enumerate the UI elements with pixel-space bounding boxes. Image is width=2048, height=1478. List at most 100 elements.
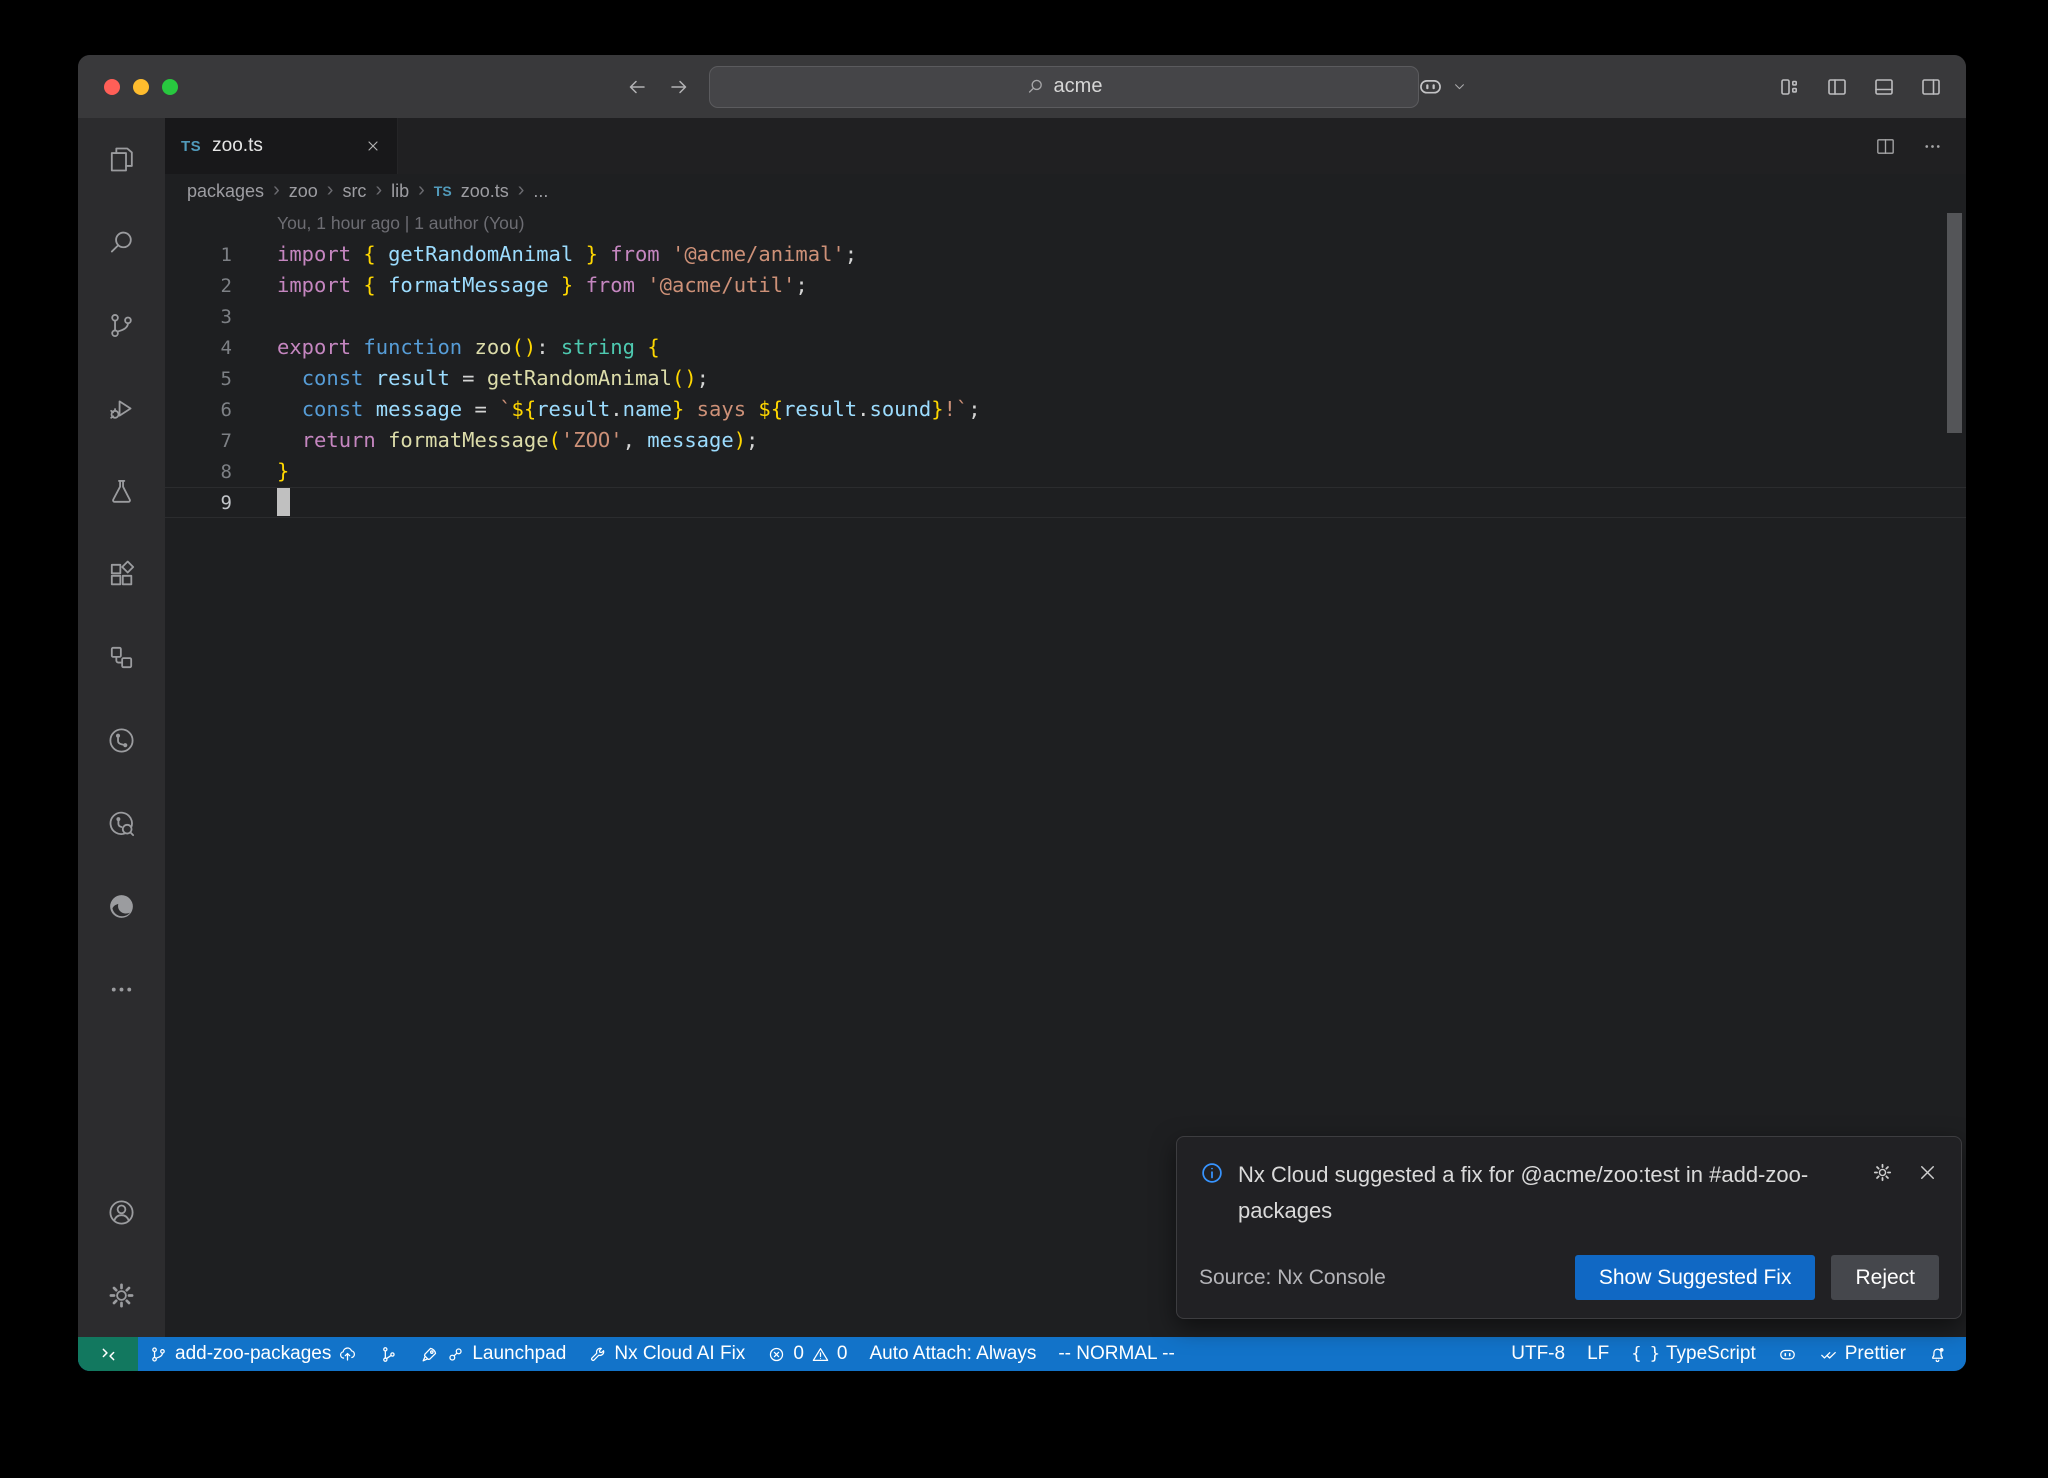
split-editor-icon[interactable] [1874,135,1897,158]
status-label: Prettier [1845,1343,1906,1365]
tab-label: zoo.ts [212,135,263,157]
line-number: 2 [165,275,232,297]
activity-item-nx-console[interactable] [78,699,165,782]
notification-message: Nx Cloud suggested a fix for @acme/zoo:t… [1238,1157,1858,1229]
code-line-4: 4export function zoo(): string { [165,332,1966,363]
activity-item-accounts[interactable] [78,1171,165,1254]
status-item-formatter[interactable]: Prettier [1808,1337,1917,1371]
activity-item-nx-cloud[interactable] [78,782,165,865]
copilot-icon [1417,73,1444,100]
notification-close-icon[interactable] [1916,1161,1939,1184]
bell-dot-icon [1928,1345,1947,1364]
command-center-search[interactable]: acme [709,66,1419,108]
status-item-launchpad[interactable]: Launchpad [409,1337,577,1371]
chevron-right-icon: › [327,180,334,200]
code-lines: 1import { getRandomAnimal } from '@acme/… [165,239,1966,518]
warning-icon [811,1345,830,1364]
zoom-window-button[interactable] [162,79,178,95]
line-number: 1 [165,244,232,266]
line-number: 7 [165,430,232,452]
breadcrumb-item-packages[interactable]: packages [187,181,264,202]
git-blame-annotation: You, 1 hour ago | 1 author (You) [165,208,1966,239]
status-label: UTF-8 [1511,1343,1565,1365]
notification-buttons: Show Suggested Fix Reject [1575,1255,1939,1300]
breadcrumb-symbols[interactable]: ... [533,181,548,202]
close-tab-icon[interactable] [365,138,381,154]
activity-bar [78,118,165,1337]
code-text [232,487,290,518]
remote-indicator[interactable] [78,1337,138,1371]
error-icon [767,1345,786,1364]
activity-item-extensions[interactable] [78,533,165,616]
activity-item-nx-project[interactable] [78,616,165,699]
breadcrumb-item-lib[interactable]: lib [391,181,409,202]
vertical-scrollbar[interactable] [1947,213,1962,433]
layout-panel-icon[interactable] [1872,75,1896,99]
minimize-window-button[interactable] [133,79,149,95]
code-text: export function zoo(): string { [232,332,660,363]
copilot-menu[interactable] [1417,55,1468,118]
status-label: LF [1587,1343,1609,1365]
status-item-source-control-graph[interactable] [368,1337,409,1371]
more-actions-icon[interactable] [1921,135,1944,158]
activity-item-source-control[interactable] [78,284,165,367]
code-text: import { formatMessage } from '@acme/uti… [232,270,808,301]
activity-item-settings[interactable] [78,1254,165,1337]
layout-sidebar-icon[interactable] [1825,75,1849,99]
back-arrow-icon[interactable] [625,75,649,99]
status-item-auto-attach[interactable]: Auto Attach: Always [858,1337,1047,1371]
layout-controls [1778,55,1943,118]
code-text: import { getRandomAnimal } from '@acme/a… [232,239,857,270]
code-text: return formatMessage('ZOO', message); [232,425,758,456]
activity-item-search[interactable] [78,201,165,284]
notification-header: Nx Cloud suggested a fix for @acme/zoo:t… [1199,1157,1939,1229]
close-window-button[interactable] [104,79,120,95]
breadcrumb-item-src[interactable]: src [342,181,366,202]
reject-button[interactable]: Reject [1831,1255,1939,1300]
typescript-file-icon: TS [434,183,452,199]
line-number: 6 [165,399,232,421]
customize-layout-icon[interactable] [1778,75,1802,99]
status-item-encoding[interactable]: UTF-8 [1500,1337,1576,1371]
link-icon [446,1345,465,1364]
status-item-problems[interactable]: 00 [756,1337,858,1371]
text-cursor [277,488,290,516]
breadcrumb-item-file[interactable]: zoo.ts [461,181,509,202]
status-item-vim-mode[interactable]: -- NORMAL -- [1047,1337,1185,1371]
activity-item-more[interactable] [78,948,165,1031]
status-item-notifications[interactable] [1917,1337,1958,1371]
breadcrumb-item-zoo[interactable]: zoo [289,181,318,202]
activity-item-edge-tools[interactable] [78,865,165,948]
code-text: } [232,456,289,487]
status-item-branch[interactable]: add-zoo-packages [138,1337,368,1371]
status-left: add-zoo-packages Launchpad Nx Cloud AI Fix… [138,1337,1186,1371]
notification-settings-gear-icon[interactable] [1871,1161,1894,1184]
braces-icon: { } [1631,1343,1659,1365]
status-label: Auto Attach: Always [869,1343,1036,1365]
search-icon [1026,77,1045,96]
code-line-1: 1import { getRandomAnimal } from '@acme/… [165,239,1966,270]
forward-arrow-icon[interactable] [667,75,691,99]
breadcrumb: packages›zoo›src›lib›TSzoo.ts›... [165,174,1966,208]
status-label: Nx Cloud AI Fix [614,1343,745,1365]
chevron-down-icon [1451,78,1468,95]
layout-secondary-sidebar-icon[interactable] [1919,75,1943,99]
show-suggested-fix-button[interactable]: Show Suggested Fix [1575,1255,1816,1300]
activity-item-run-debug[interactable] [78,367,165,450]
activity-item-testing[interactable] [78,450,165,533]
cloud-upload-icon [338,1345,357,1364]
status-item-language[interactable]: { } TypeScript [1620,1337,1766,1371]
editor-actions [1874,118,1966,174]
line-number: 5 [165,368,232,390]
status-label: Launchpad [472,1343,566,1365]
status-label: add-zoo-packages [175,1343,331,1365]
status-item-nx-cloud-ai-fix[interactable]: Nx Cloud AI Fix [577,1337,756,1371]
status-item-copilot[interactable] [1767,1337,1808,1371]
tab-zoo-ts[interactable]: TS zoo.ts [165,118,398,174]
activity-item-explorer[interactable] [78,118,165,201]
status-label: TypeScript [1666,1343,1756,1365]
screen: acme TS zoo.ts package [0,0,2048,1478]
status-item-eol[interactable]: LF [1576,1337,1620,1371]
code-line-7: 7 return formatMessage('ZOO', message); [165,425,1966,456]
title-bar: acme [78,55,1966,118]
